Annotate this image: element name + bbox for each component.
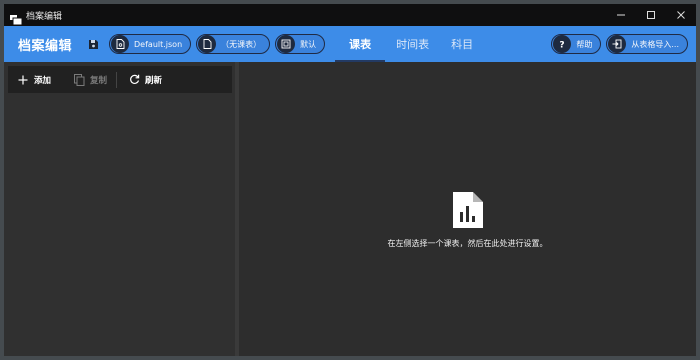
- file-json-icon: [111, 35, 130, 53]
- copy-icon: [73, 73, 85, 86]
- empty-state-message: 在左侧选择一个课表，然后在此处进行设置。: [387, 239, 548, 248]
- refresh-button[interactable]: 刷新: [119, 66, 171, 93]
- document-chart-icon: [452, 192, 483, 228]
- save-button[interactable]: [86, 37, 100, 51]
- close-icon: [677, 11, 685, 19]
- tab-subjects[interactable]: 科目: [440, 26, 484, 62]
- plus-icon: [17, 74, 29, 86]
- minimize-icon: [617, 14, 625, 16]
- refresh-icon: [128, 74, 140, 86]
- maximize-icon: [647, 11, 655, 19]
- help-button[interactable]: ? 帮助: [551, 34, 602, 54]
- layout-icon: [277, 35, 296, 53]
- profile-file-pill[interactable]: Default.json: [109, 34, 192, 54]
- empty-state: 在左侧选择一个课表，然后在此处进行设置。: [239, 192, 696, 249]
- tab-bar: 课表 时间表 科目: [335, 26, 484, 62]
- help-label: 帮助: [576, 39, 593, 49]
- title-bar: 档案编辑: [4, 4, 696, 26]
- layout-pill[interactable]: 默认: [275, 34, 326, 54]
- svg-text:?: ?: [560, 41, 565, 50]
- file-icon: [198, 35, 217, 53]
- header-actions: ? 帮助 从表格导入...: [546, 34, 688, 54]
- import-label: 从表格导入...: [631, 39, 679, 49]
- add-label: 添加: [34, 75, 52, 86]
- schedule-list-panel: 添加 复制 刷新: [4, 62, 235, 356]
- list-toolbar: 添加 复制 刷新: [8, 66, 232, 93]
- import-icon: [608, 35, 627, 53]
- page-title: 档案编辑: [18, 38, 73, 54]
- refresh-label: 刷新: [145, 75, 163, 86]
- schedule-label: （无课表）: [221, 39, 262, 49]
- copy-button[interactable]: 复制: [64, 66, 116, 93]
- tab-schedule[interactable]: 课表: [335, 26, 386, 62]
- copy-label: 复制: [90, 75, 108, 86]
- maximize-button[interactable]: [636, 4, 666, 26]
- app-window: 档案编辑 档案编辑 Default.json （无课表） 默认 课表 时间表 科…: [4, 4, 696, 356]
- window-title: 档案编辑: [26, 11, 63, 22]
- close-button[interactable]: [666, 4, 696, 26]
- profile-file-label: Default.json: [134, 39, 183, 49]
- detail-panel: 在左侧选择一个课表，然后在此处进行设置。: [239, 62, 696, 356]
- import-button[interactable]: 从表格导入...: [606, 34, 688, 54]
- tab-timetable[interactable]: 时间表: [385, 26, 440, 62]
- toolbar-divider: [116, 71, 118, 88]
- help-icon: ?: [553, 35, 572, 53]
- minimize-button[interactable]: [606, 4, 636, 26]
- app-icon: [10, 10, 23, 26]
- layout-label: 默认: [300, 39, 317, 49]
- add-button[interactable]: 添加: [8, 66, 60, 93]
- schedule-pill[interactable]: （无课表）: [196, 34, 271, 54]
- save-icon: [88, 39, 98, 49]
- header-bar: 档案编辑 Default.json （无课表） 默认 课表 时间表 科目 ? 帮…: [4, 26, 696, 62]
